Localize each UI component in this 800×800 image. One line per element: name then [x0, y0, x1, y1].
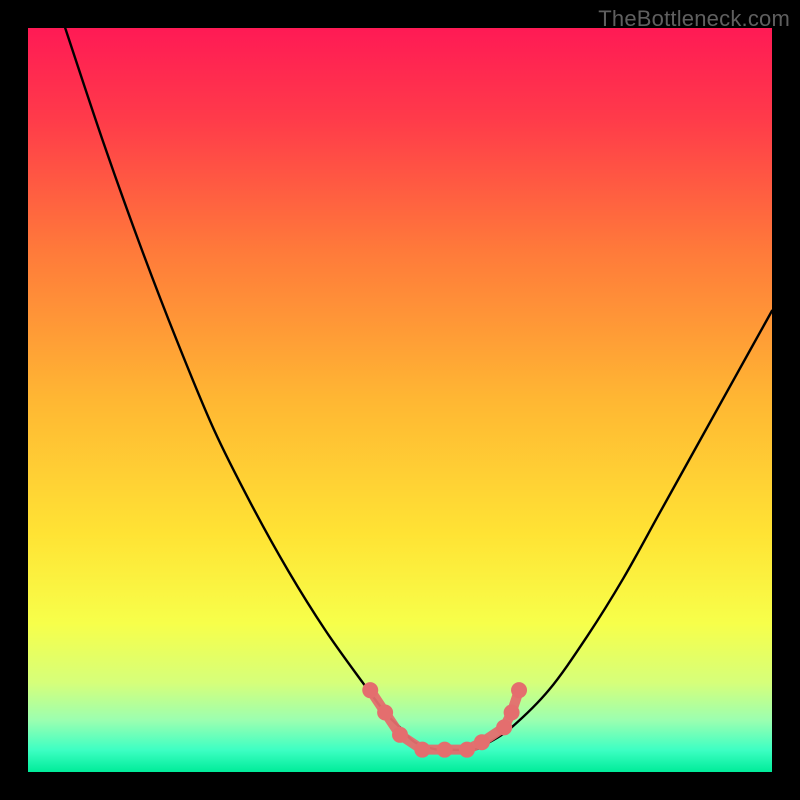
chart-frame: TheBottleneck.com	[0, 0, 800, 800]
highlight-point	[459, 742, 475, 758]
plot-area	[28, 28, 772, 772]
highlight-point	[392, 727, 408, 743]
highlight-point	[377, 704, 393, 720]
highlight-point	[362, 682, 378, 698]
highlight-point	[504, 704, 520, 720]
watermark-label: TheBottleneck.com	[598, 6, 790, 32]
bottleneck-chart	[28, 28, 772, 772]
highlight-point	[496, 719, 512, 735]
gradient-background	[28, 28, 772, 772]
highlight-point	[437, 742, 453, 758]
highlight-point	[414, 742, 430, 758]
highlight-point	[511, 682, 527, 698]
highlight-point	[474, 734, 490, 750]
